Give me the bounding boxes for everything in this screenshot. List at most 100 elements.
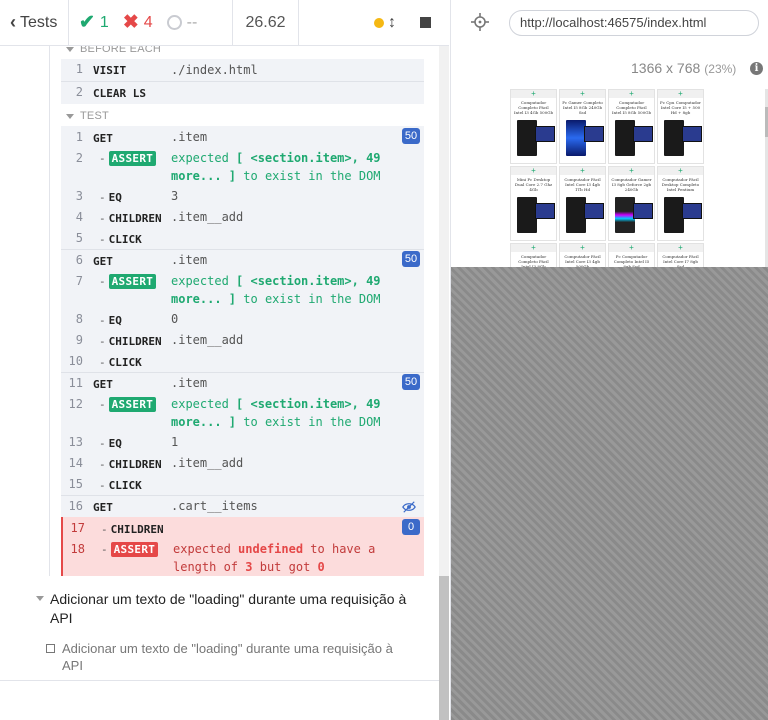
add-to-cart-icon[interactable]: + [609, 167, 654, 175]
command-name[interactable]: EQ [99, 191, 122, 204]
product-image [633, 203, 653, 219]
auto-scroll-toggle[interactable]: ↕ [374, 14, 396, 32]
add-to-cart-icon[interactable]: + [658, 90, 703, 98]
line-number: 5 [75, 231, 83, 245]
check-icon: ✔ [79, 12, 95, 33]
product-title: Computador Fácil Intel Core I3 4gb 500Gb [564, 254, 601, 267]
add-to-cart-icon[interactable]: + [609, 244, 654, 252]
info-icon[interactable]: i [750, 62, 763, 75]
add-to-cart-icon[interactable]: + [658, 167, 703, 175]
tests-label: Tests [20, 13, 58, 31]
product-card[interactable]: + Computador Fácil Intel Core I3 4gb 1Tb … [559, 166, 606, 241]
viewport-scale: (23%) [704, 62, 737, 76]
crosshair-icon[interactable] [471, 13, 489, 31]
line-number: 3 [75, 189, 83, 203]
line-number: 1 [75, 130, 83, 144]
product-title: Computador Fácil Desktop Completo Intel … [661, 177, 700, 192]
product-card[interactable]: + Pc Computador Completo Intel I5 8gb Ssd [608, 243, 655, 267]
product-image [682, 203, 702, 219]
assertion-message: expected [ <section.item>, 49 more... ] … [171, 151, 381, 183]
pending-circle-icon [166, 15, 182, 30]
product-title: Mini Pc Desktop Dual Core 2.7 Ghz 4Gb [514, 177, 553, 192]
chevron-left-icon: ‹ [10, 12, 16, 32]
aut-empty-area [451, 267, 768, 720]
command-name[interactable]: EQ [99, 314, 122, 327]
assert-pill: ASSERT [110, 542, 159, 557]
product-image [535, 126, 555, 142]
line-number: 7 [75, 274, 83, 288]
add-to-cart-icon[interactable]: + [609, 90, 654, 98]
add-to-cart-icon[interactable]: + [658, 244, 703, 252]
product-card[interactable]: + Computador Gamer I3 8gb Geforce 2gb 240… [608, 166, 655, 241]
x-icon: ✖ [122, 12, 139, 33]
suite-title[interactable]: Adicionar um texto de "loading" durante … [38, 590, 418, 628]
product-card[interactable]: + Computador Completo Fácil Intel I3 8Gb [510, 243, 557, 267]
product-image [566, 120, 586, 156]
command-name[interactable]: CHILDREN [101, 523, 164, 536]
add-to-cart-icon[interactable]: + [560, 167, 605, 175]
reporter-scrollbar[interactable] [439, 46, 449, 720]
add-to-cart-icon[interactable]: + [560, 244, 605, 252]
line-number: 18 [70, 542, 85, 556]
assert-pill: ASSERT [108, 397, 157, 412]
product-image [584, 203, 604, 219]
command-group: 11 GET .item 50 12 ASSERT expected [ <se… [61, 373, 424, 495]
failed-stat: ✖ 4 [123, 11, 153, 34]
command-row[interactable]: 16 GET .cart__items [61, 496, 424, 517]
product-card[interactable]: + Computador Fácil Intel Core I7 8gb Ssd [657, 243, 704, 267]
command-name[interactable]: CLICK [99, 356, 142, 369]
assertion-error-message: expected undefined to have a length of 3… [173, 542, 376, 574]
before-each-header[interactable]: BEFORE EACH [66, 46, 161, 55]
add-to-cart-icon[interactable]: + [511, 167, 556, 175]
command-log: BEFORE EACH 1 VISIT ./index.html 2 CLEAR… [0, 46, 439, 680]
app-under-test-panel: http://localhost:46575/index.html 1366 x… [450, 0, 768, 720]
tests-back-button[interactable]: ‹ Tests [0, 0, 69, 46]
stop-icon[interactable] [420, 17, 431, 28]
command-name[interactable]: CHILDREN [99, 335, 162, 348]
product-card[interactable]: + Computador Completo Fácil Intel I5 8Gb … [608, 89, 655, 164]
test-item[interactable]: Adicionar um texto de "loading" durante … [46, 640, 416, 674]
product-card[interactable]: + Pc Cpu Computador Intel Core I5 + 500 H… [657, 89, 704, 164]
cypress-runner: ‹ Tests ✔ 1 ✖ 4 -- 26.62 ↕ BEFORE EACH 1… [0, 0, 768, 720]
add-to-cart-icon[interactable]: + [511, 90, 556, 98]
command-name[interactable]: GET [93, 132, 113, 145]
caret-down-icon [66, 46, 74, 52]
product-card[interactable]: + Computador Fácil Intel Core I3 4gb 500G… [559, 243, 606, 267]
line-number: 11 [68, 376, 83, 390]
add-to-cart-icon[interactable]: + [560, 90, 605, 98]
command-name[interactable]: CHILDREN [99, 458, 162, 471]
command-row[interactable]: 2 CLEAR LS [61, 81, 424, 104]
assert-badge[interactable]: ASSERT [99, 397, 157, 412]
command-name[interactable]: GET [93, 378, 113, 391]
add-to-cart-icon[interactable]: + [511, 244, 556, 252]
command-name[interactable]: CLICK [99, 233, 142, 246]
url-field[interactable]: http://localhost:46575/index.html [509, 10, 759, 36]
product-card[interactable]: + Pc Gamer Completo Intel I5 8Gb 240Gb Ss… [559, 89, 606, 164]
command-row[interactable]: 1 VISIT ./index.html [61, 59, 424, 81]
assert-badge[interactable]: ASSERT [101, 542, 159, 557]
scrollbar-thumb[interactable] [439, 576, 449, 720]
duration: 26.62 [233, 0, 299, 46]
assert-badge[interactable]: ASSERT [99, 151, 157, 166]
command-name[interactable]: EQ [99, 437, 122, 450]
product-card[interactable]: + Computador Fácil Desktop Completo Intel… [657, 166, 704, 241]
assertion-message: expected [ <section.item>, 49 more... ] … [171, 274, 381, 306]
line-number: 14 [68, 456, 83, 470]
product-card[interactable]: + Computador Completo Fácil Intel I3 4Gb … [510, 89, 557, 164]
product-image [615, 197, 635, 233]
pending-stat: -- [166, 14, 197, 32]
command-name[interactable]: GET [93, 255, 113, 268]
run-stats: ✔ 1 ✖ 4 -- [69, 0, 233, 46]
command-name[interactable]: CLICK [99, 479, 142, 492]
assert-badge[interactable]: ASSERT [99, 274, 157, 289]
command-message: 1 [171, 435, 179, 449]
command-name[interactable]: CHILDREN [99, 212, 162, 225]
test-body-header[interactable]: TEST [66, 110, 109, 122]
reporter-header: ‹ Tests ✔ 1 ✖ 4 -- 26.62 ↕ [0, 0, 449, 46]
product-card[interactable]: + Mini Pc Desktop Dual Core 2.7 Ghz 4Gb [510, 166, 557, 241]
command-message: .item__add [171, 333, 244, 347]
line-number: 13 [68, 435, 83, 449]
product-image [664, 120, 684, 156]
before-each-label: BEFORE EACH [80, 46, 162, 55]
aut-header: http://localhost:46575/index.html 1366 x… [451, 0, 768, 89]
